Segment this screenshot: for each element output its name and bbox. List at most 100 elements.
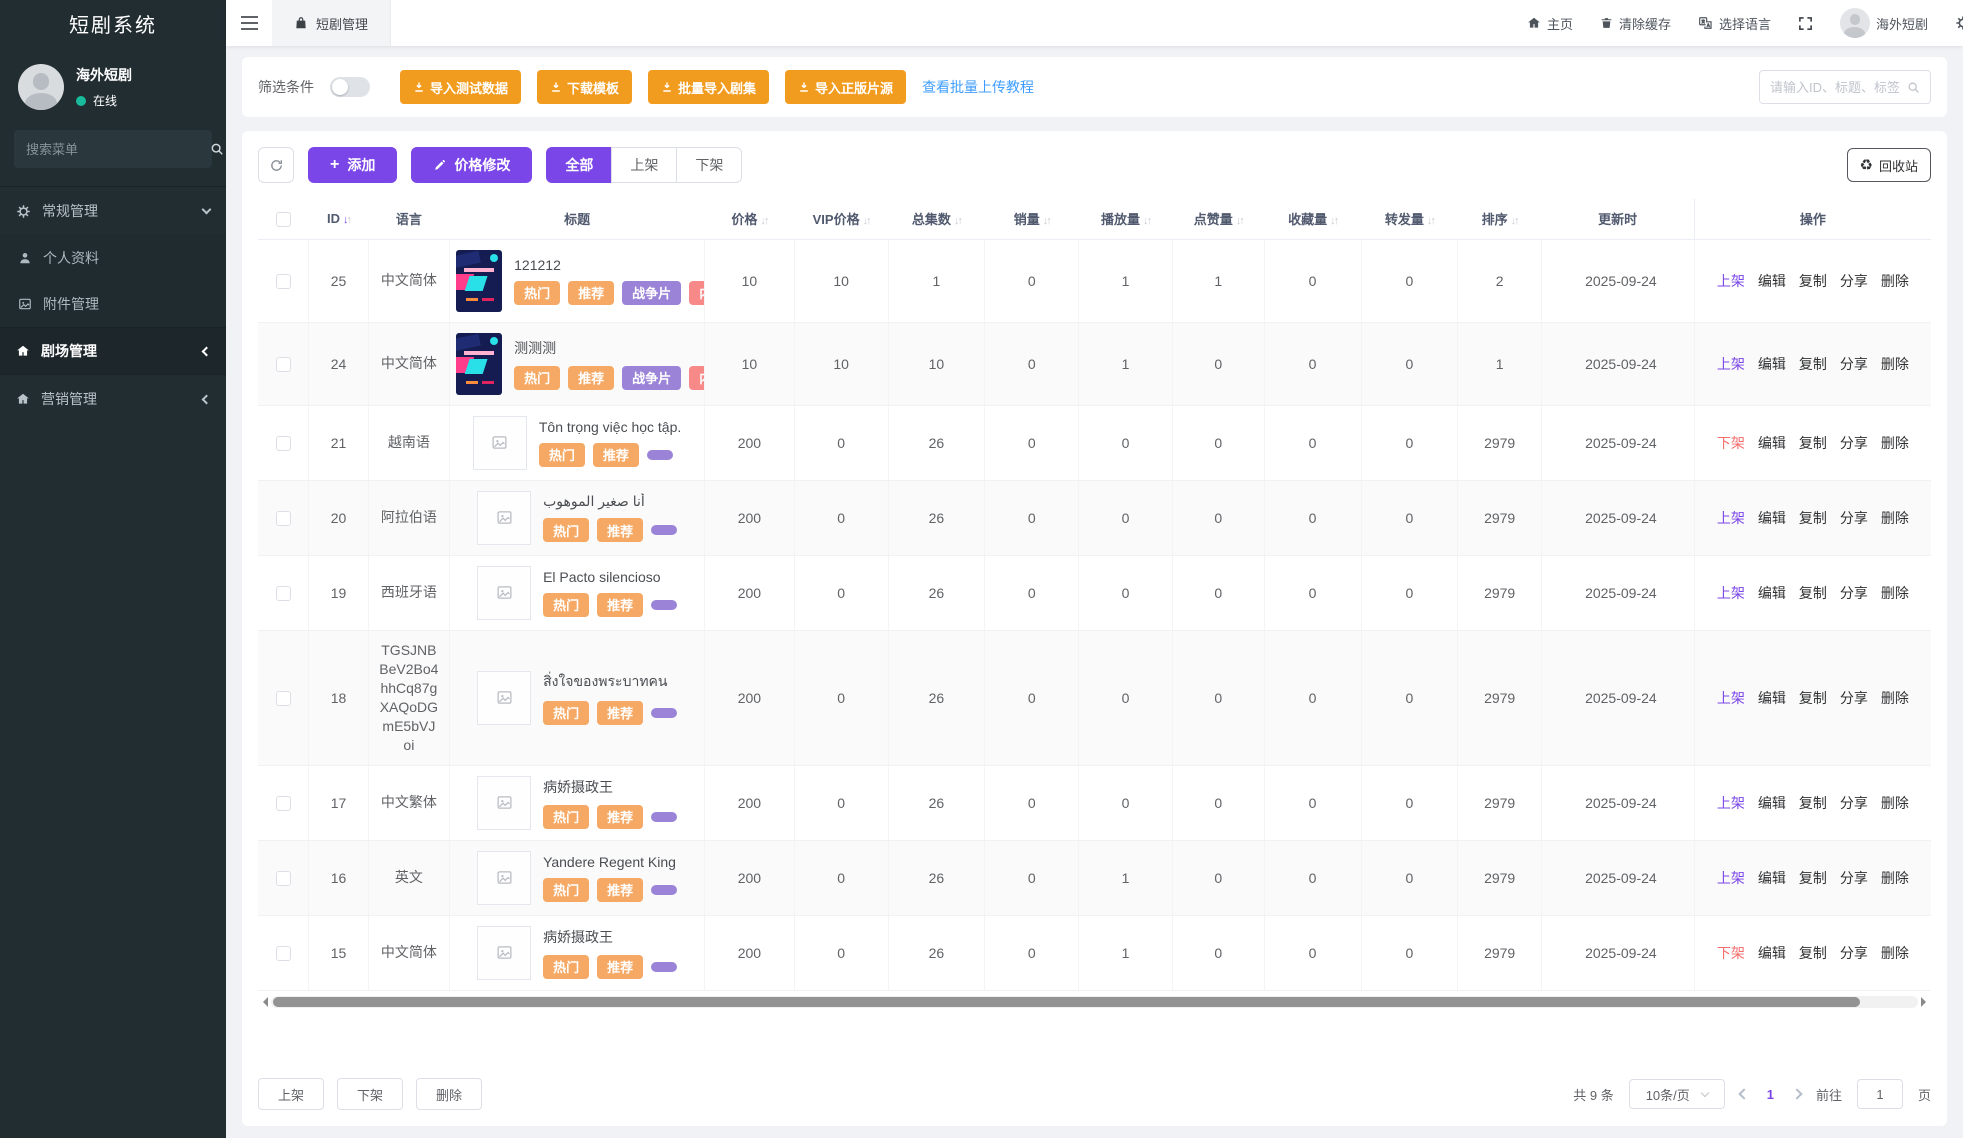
share-link[interactable]: 分享: [1840, 688, 1868, 708]
copy-link[interactable]: 复制: [1799, 433, 1827, 453]
share-link[interactable]: 分享: [1840, 583, 1868, 603]
row-checkbox[interactable]: [276, 274, 291, 289]
sidebar-item-attachments[interactable]: 附件管理: [0, 281, 226, 327]
row-checkbox[interactable]: [276, 357, 291, 372]
sort-icon[interactable]: ↓↑: [863, 215, 870, 227]
row-checkbox[interactable]: [276, 436, 291, 451]
next-page-button[interactable]: [1791, 1088, 1802, 1099]
sidebar-item-general[interactable]: 常规管理: [0, 187, 226, 235]
copy-link[interactable]: 复制: [1799, 688, 1827, 708]
share-link[interactable]: 分享: [1840, 943, 1868, 963]
search-icon[interactable]: [1907, 81, 1920, 94]
placeholder-thumbnail[interactable]: [477, 926, 531, 980]
edit-link[interactable]: 编辑: [1758, 271, 1786, 291]
horizontal-scrollbar[interactable]: [258, 995, 1931, 1009]
batch-delete-button[interactable]: 删除: [416, 1078, 482, 1110]
table-search-input[interactable]: [1770, 80, 1901, 95]
edit-link[interactable]: 编辑: [1758, 583, 1786, 603]
batch-on-shelf-button[interactable]: 上架: [258, 1078, 324, 1110]
status-toggle-link[interactable]: 上架: [1717, 583, 1745, 603]
delete-link[interactable]: 删除: [1881, 583, 1909, 603]
copy-link[interactable]: 复制: [1799, 943, 1827, 963]
edit-link[interactable]: 编辑: [1758, 508, 1786, 528]
sort-icon[interactable]: ↓↑: [1143, 215, 1150, 227]
tab-on-shelf[interactable]: 上架: [611, 147, 677, 183]
sidebar-toggle-button[interactable]: [226, 0, 272, 46]
scroll-left-arrow[interactable]: [258, 997, 268, 1007]
tab-off-shelf[interactable]: 下架: [676, 147, 742, 183]
delete-link[interactable]: 删除: [1881, 943, 1909, 963]
sidebar-item-marketing[interactable]: 营销管理: [0, 375, 226, 423]
sidebar-item-theater[interactable]: 剧场管理: [0, 327, 226, 375]
copy-link[interactable]: 复制: [1799, 793, 1827, 813]
delete-link[interactable]: 删除: [1881, 271, 1909, 291]
row-checkbox[interactable]: [276, 511, 291, 526]
placeholder-thumbnail[interactable]: [473, 416, 527, 470]
delete-link[interactable]: 删除: [1881, 354, 1909, 374]
edit-link[interactable]: 编辑: [1758, 868, 1786, 888]
share-link[interactable]: 分享: [1840, 354, 1868, 374]
select-all-checkbox[interactable]: [276, 212, 291, 227]
status-toggle-link[interactable]: 下架: [1717, 943, 1745, 963]
edit-link[interactable]: 编辑: [1758, 793, 1786, 813]
batch-import-button[interactable]: 批量导入剧集: [648, 70, 769, 104]
import-test-data-button[interactable]: 导入测试数据: [400, 70, 521, 104]
status-toggle-link[interactable]: 下架: [1717, 433, 1745, 453]
home-link[interactable]: 主页: [1527, 14, 1573, 33]
sidebar-item-profile[interactable]: 个人资料: [0, 235, 226, 281]
scrollbar-track[interactable]: [271, 996, 1918, 1008]
recycle-bin-button[interactable]: ♻ 回收站: [1847, 148, 1931, 182]
delete-link[interactable]: 删除: [1881, 508, 1909, 528]
delete-link[interactable]: 删除: [1881, 793, 1909, 813]
settings-drawer-button[interactable]: [1955, 15, 1963, 31]
tab-drama-management[interactable]: 短剧管理: [272, 0, 391, 46]
poster-thumbnail[interactable]: [456, 333, 502, 395]
sort-icon[interactable]: ↓↑: [760, 215, 767, 227]
share-link[interactable]: 分享: [1840, 271, 1868, 291]
status-toggle-link[interactable]: 上架: [1717, 271, 1745, 291]
delete-link[interactable]: 删除: [1881, 688, 1909, 708]
copy-link[interactable]: 复制: [1799, 508, 1827, 528]
placeholder-thumbnail[interactable]: [477, 851, 531, 905]
import-licensed-source-button[interactable]: 导入正版片源: [785, 70, 906, 104]
tab-all[interactable]: 全部: [546, 147, 612, 183]
poster-thumbnail[interactable]: [456, 250, 502, 312]
copy-link[interactable]: 复制: [1799, 583, 1827, 603]
sort-icon[interactable]: ↓↑: [343, 214, 350, 226]
sort-icon[interactable]: ↓↑: [1043, 215, 1050, 227]
fullscreen-button[interactable]: [1798, 16, 1813, 31]
sort-icon[interactable]: ↓↑: [954, 215, 961, 227]
row-checkbox[interactable]: [276, 946, 291, 961]
share-link[interactable]: 分享: [1840, 433, 1868, 453]
sort-icon[interactable]: ↓↑: [1236, 215, 1243, 227]
edit-link[interactable]: 编辑: [1758, 354, 1786, 374]
row-checkbox[interactable]: [276, 796, 291, 811]
user-avatar[interactable]: [18, 64, 64, 110]
placeholder-thumbnail[interactable]: [477, 776, 531, 830]
row-checkbox[interactable]: [276, 871, 291, 886]
sort-icon[interactable]: ↓↑: [1427, 215, 1434, 227]
download-template-button[interactable]: 下载模板: [537, 70, 632, 104]
menu-search-input[interactable]: [26, 142, 202, 157]
goto-page-input[interactable]: [1857, 1079, 1903, 1109]
language-select-button[interactable]: 选择语言: [1698, 14, 1771, 33]
status-toggle-link[interactable]: 上架: [1717, 793, 1745, 813]
row-checkbox[interactable]: [276, 691, 291, 706]
edit-link[interactable]: 编辑: [1758, 688, 1786, 708]
copy-link[interactable]: 复制: [1799, 271, 1827, 291]
share-link[interactable]: 分享: [1840, 793, 1868, 813]
row-checkbox[interactable]: [276, 586, 291, 601]
page-size-select[interactable]: 10条/页: [1629, 1079, 1725, 1109]
user-menu[interactable]: 海外短剧: [1840, 8, 1928, 38]
edit-link[interactable]: 编辑: [1758, 943, 1786, 963]
share-link[interactable]: 分享: [1840, 508, 1868, 528]
batch-off-shelf-button[interactable]: 下架: [337, 1078, 403, 1110]
filter-toggle[interactable]: [330, 77, 370, 97]
prev-page-button[interactable]: [1738, 1088, 1749, 1099]
refresh-button[interactable]: [258, 147, 294, 183]
delete-link[interactable]: 删除: [1881, 868, 1909, 888]
edit-link[interactable]: 编辑: [1758, 433, 1786, 453]
share-link[interactable]: 分享: [1840, 868, 1868, 888]
copy-link[interactable]: 复制: [1799, 868, 1827, 888]
scroll-right-arrow[interactable]: [1921, 997, 1931, 1007]
